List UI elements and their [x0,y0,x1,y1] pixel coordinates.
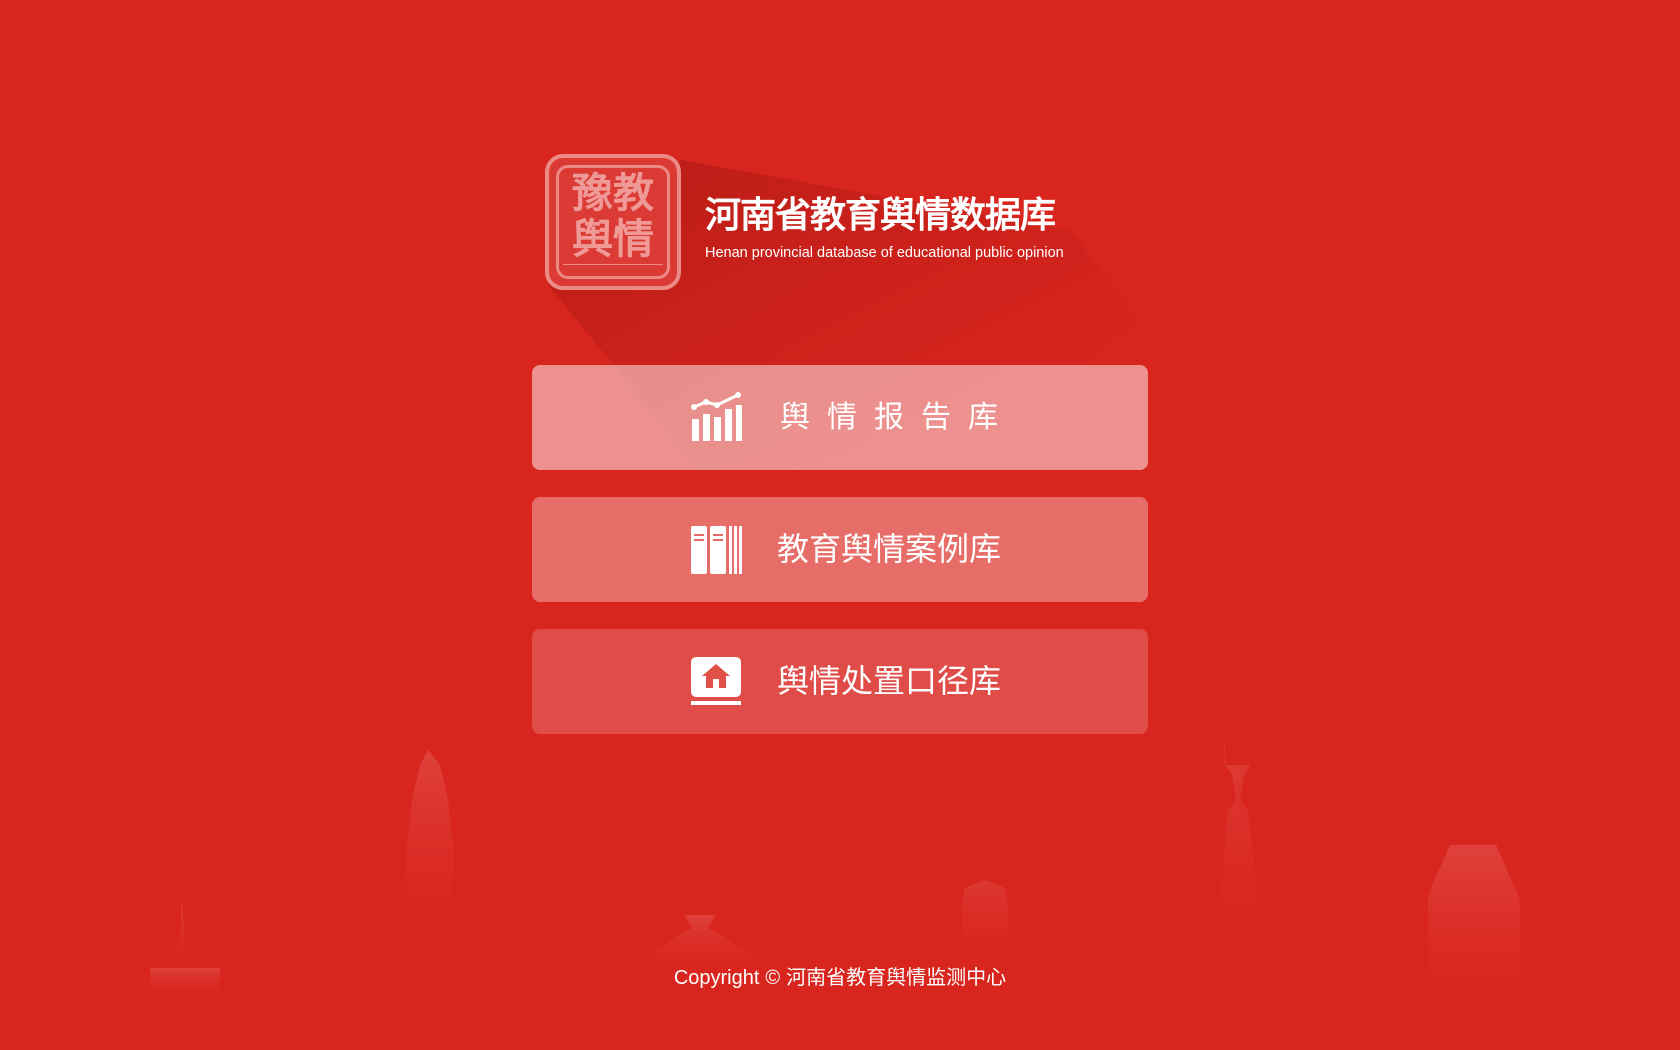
logo: 豫教舆情 [545,154,681,290]
disposal-library-label: 舆情处置口径库 [777,662,1002,700]
report-chart-icon [691,392,742,441]
page-title: 河南省教育舆情数据库 [705,195,1056,236]
logo-strip [563,264,663,272]
copyright-org: 河南省教育舆情监测中心 [786,967,1007,989]
disposal-library-button[interactable]: 舆情处置口径库 [532,629,1148,734]
page-subtitle: Henan provincial database of educational… [705,245,1064,261]
case-library-button[interactable]: 教育舆情案例库 [532,497,1148,602]
page-background: 豫教舆情 河南省教育舆情数据库 Henan provincial databas… [0,0,1680,1050]
copyright: Copyright © 河南省教育舆情监测中心 [0,961,1680,990]
books-icon [691,526,742,574]
report-library-label: 舆情报告库 [780,400,1015,435]
logo-text: 豫教舆情 [572,169,654,263]
house-screen-icon [691,657,741,705]
copyright-symbol: © [765,967,781,989]
copyright-prefix: Copyright [673,967,760,989]
case-library-label: 教育舆情案例库 [777,530,1002,568]
report-library-button[interactable]: 舆情报告库 [532,365,1148,470]
